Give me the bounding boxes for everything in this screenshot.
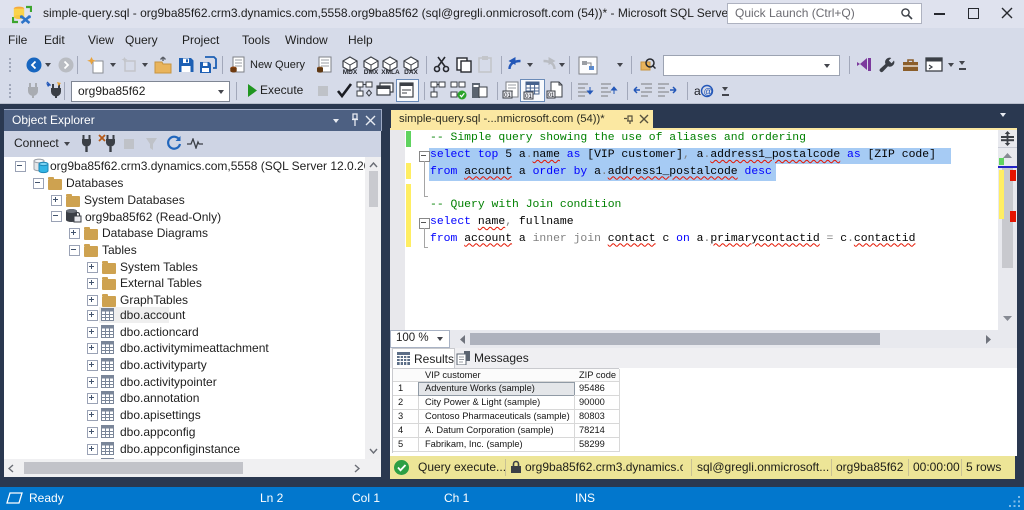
svg-text:MDX: MDX <box>343 69 358 75</box>
svg-text:DAX: DAX <box>404 69 418 75</box>
svg-text:01: 01 <box>504 93 511 99</box>
svg-text:@: @ <box>704 87 713 97</box>
svg-text:DMX: DMX <box>364 69 379 75</box>
svg-text:01: 01 <box>548 93 555 99</box>
svg-text:XMLA: XMLA <box>381 69 400 75</box>
svg-text:01: 01 <box>525 94 532 100</box>
svg-text:a: a <box>694 84 701 98</box>
